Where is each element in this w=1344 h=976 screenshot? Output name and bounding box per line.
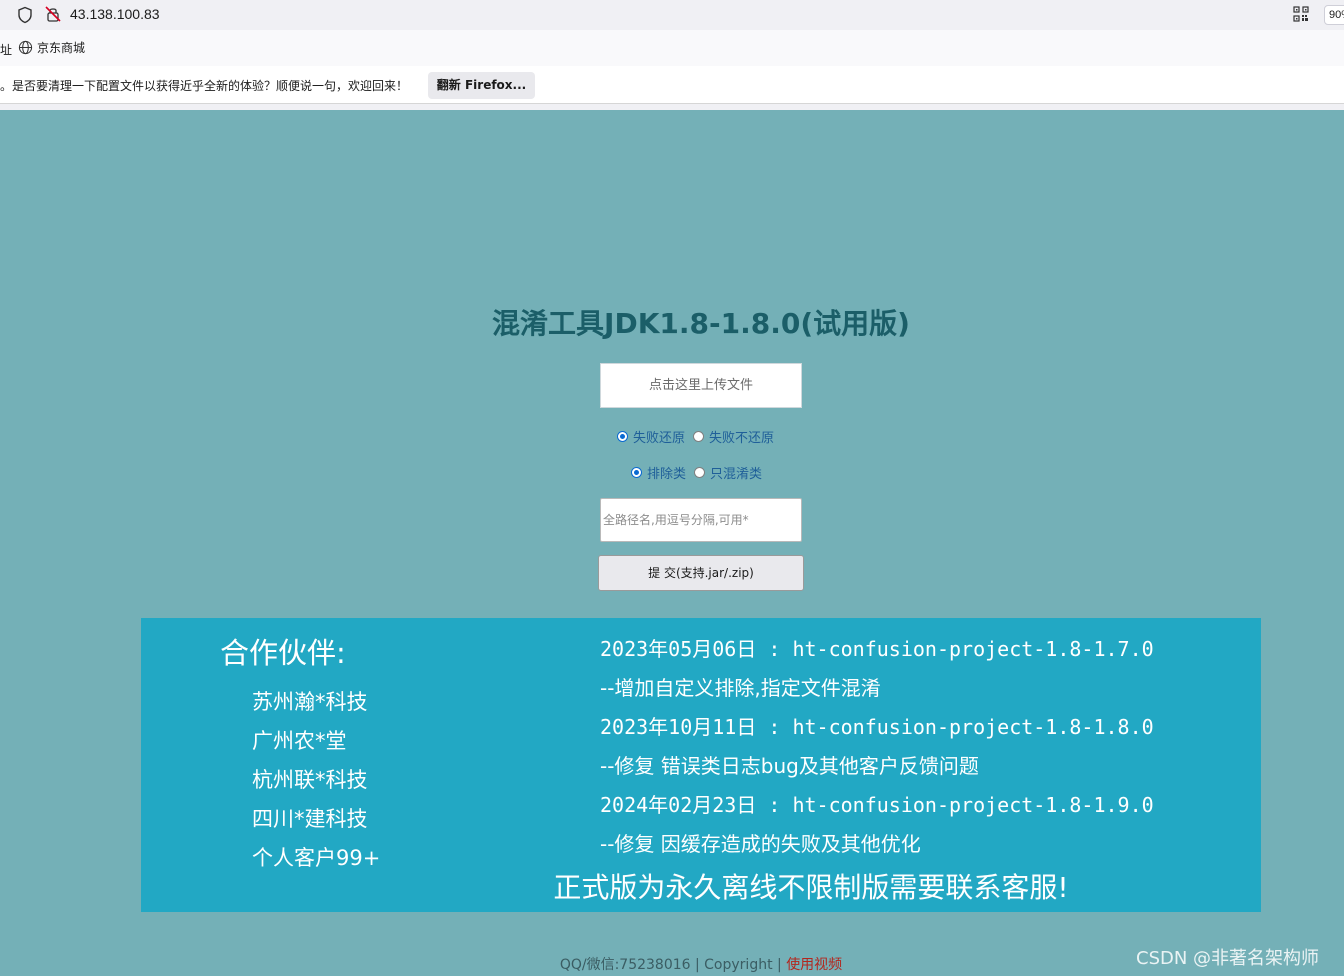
usage-video-link[interactable]: 使用视频 (786, 957, 842, 973)
partner-item: 杭州联*科技 (252, 768, 368, 792)
upload-file-button[interactable]: 点击这里上传文件 (600, 363, 802, 408)
partner-item: 苏州瀚*科技 (252, 690, 368, 714)
partner-item: 广州农*堂 (252, 729, 347, 753)
changelog-version: 2023年05月06日 : ht-confusion-project-1.8-1… (600, 637, 1154, 661)
refresh-firefox-button[interactable]: 翻新 Firefox... (428, 72, 535, 99)
info-panel: 合作伙伴: 苏州瀚*科技 广州农*堂 杭州联*科技 四川*建科技 个人客户99+… (141, 618, 1261, 912)
chrome-divider (0, 104, 1344, 110)
qr-code-icon[interactable] (1293, 6, 1309, 22)
bookmark-truncated[interactable]: 址 (0, 41, 12, 58)
radio-only-obfuscate-classes[interactable]: 只混淆类 (694, 463, 762, 482)
notification-message: 。是否要清理一下配置文件以获得近乎全新的体验？顺便说一句，欢迎回来！ (0, 79, 409, 93)
radio-label: 只混淆类 (710, 467, 763, 482)
shield-icon[interactable] (16, 6, 34, 24)
bookmark-jd-label: 京东商城 (37, 41, 86, 55)
radio-exclude-classes[interactable]: 排除类 (631, 463, 686, 482)
radio-button[interactable] (694, 467, 706, 478)
changelog-note: --修复 错误类日志bug及其他客户反馈问题 (600, 754, 979, 778)
notification-bar: 。是否要清理一下配置文件以获得近乎全新的体验？顺便说一句，欢迎回来！ 翻新 Fi… (0, 66, 1344, 104)
restore-option-group: 失败还原 失败不还原 (617, 427, 774, 446)
insecure-lock-icon[interactable] (44, 5, 62, 23)
radio-no-restore-on-fail[interactable]: 失败不还原 (693, 427, 774, 446)
class-path-input[interactable] (600, 498, 802, 542)
bookmark-jd[interactable]: 京东商城 (18, 39, 85, 56)
bookmarks-toolbar: 址 京东商城 (0, 30, 1344, 66)
partner-item: 四川*建科技 (252, 807, 368, 831)
watermark: CSDN @非著名架构师 (1136, 948, 1320, 969)
changelog-note: --修复 因缓存造成的失败及其他优化 (600, 832, 921, 856)
globe-icon (18, 40, 33, 55)
footer-contact: QQ/微信:75238016 | Copyright | (559, 957, 787, 973)
zoom-level-button[interactable]: 90% (1324, 5, 1344, 25)
mode-option-group: 排除类 只混淆类 (631, 463, 762, 482)
radio-label: 排除类 (647, 467, 687, 482)
radio-label: 失败还原 (633, 431, 686, 446)
changelog-note: --增加自定义排除,指定文件混淆 (600, 676, 881, 700)
promo-text: 正式版为永久离线不限制版需要联系客服! (553, 871, 1069, 904)
partners-title: 合作伙伴: (220, 636, 346, 670)
changelog-version: 2024年02月23日 : ht-confusion-project-1.8-1… (600, 793, 1154, 817)
page-title: 混淆工具JDK1.8-1.8.0(试用版) (492, 307, 910, 340)
radio-button-checked[interactable] (617, 431, 628, 442)
changelog-version: 2023年10月11日 : ht-confusion-project-1.8-1… (600, 715, 1154, 739)
url-bar[interactable]: 43.138.100.83 90% (0, 0, 1344, 30)
radio-button[interactable] (693, 431, 705, 442)
radio-label: 失败不还原 (709, 431, 775, 446)
radio-restore-on-fail[interactable]: 失败还原 (617, 427, 685, 446)
url-text[interactable]: 43.138.100.83 (70, 6, 160, 22)
submit-button[interactable]: 提 交(支持.jar/.zip) (598, 555, 804, 591)
radio-button-checked[interactable] (631, 467, 642, 478)
